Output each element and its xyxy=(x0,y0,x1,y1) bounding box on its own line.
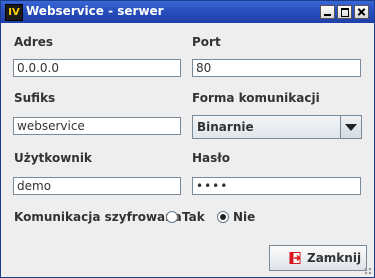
uzytkownik-input[interactable]: demo xyxy=(13,177,181,195)
forma-komunikacji-label: Forma komunikacji xyxy=(192,91,320,105)
radio-tak-label[interactable]: Tak xyxy=(182,210,205,224)
window-title: Webservice - serwer xyxy=(26,4,164,18)
forma-komunikacji-value: Binarnie xyxy=(197,120,254,134)
radio-nie[interactable] xyxy=(217,211,229,223)
exit-door-icon xyxy=(289,252,301,264)
port-input[interactable]: 80 xyxy=(192,59,361,77)
port-label: Port xyxy=(192,35,221,49)
title-bar[interactable]: IV Webservice - serwer xyxy=(1,1,374,23)
adres-input[interactable]: 0.0.0.0 xyxy=(13,59,181,77)
zamknij-label: Zamknij xyxy=(307,251,362,265)
haslo-input[interactable]: •••• xyxy=(192,177,361,195)
radio-nie-label[interactable]: Nie xyxy=(233,210,255,224)
resize-grip[interactable] xyxy=(364,267,372,275)
zamknij-button[interactable]: Zamknij xyxy=(269,245,367,271)
haslo-label: Hasło xyxy=(192,151,230,165)
szyfrowanie-label: Komunikacja szyfrowana xyxy=(14,210,182,224)
radio-tak[interactable] xyxy=(166,211,178,223)
sufiks-input[interactable]: webservice xyxy=(13,117,181,135)
minimize-icon[interactable] xyxy=(320,5,335,19)
app-icon: IV xyxy=(5,4,23,21)
forma-komunikacji-select[interactable]: Binarnie xyxy=(192,115,362,139)
adres-label: Adres xyxy=(14,35,54,49)
dialog-window: IV Webservice - serwer Adres Port 0.0.0.… xyxy=(0,0,375,278)
chevron-down-icon[interactable] xyxy=(340,116,361,138)
maximize-icon[interactable] xyxy=(337,5,352,19)
close-icon[interactable] xyxy=(354,5,369,19)
uzytkownik-label: Użytkownik xyxy=(14,151,92,165)
sufiks-label: Sufiks xyxy=(14,91,56,105)
